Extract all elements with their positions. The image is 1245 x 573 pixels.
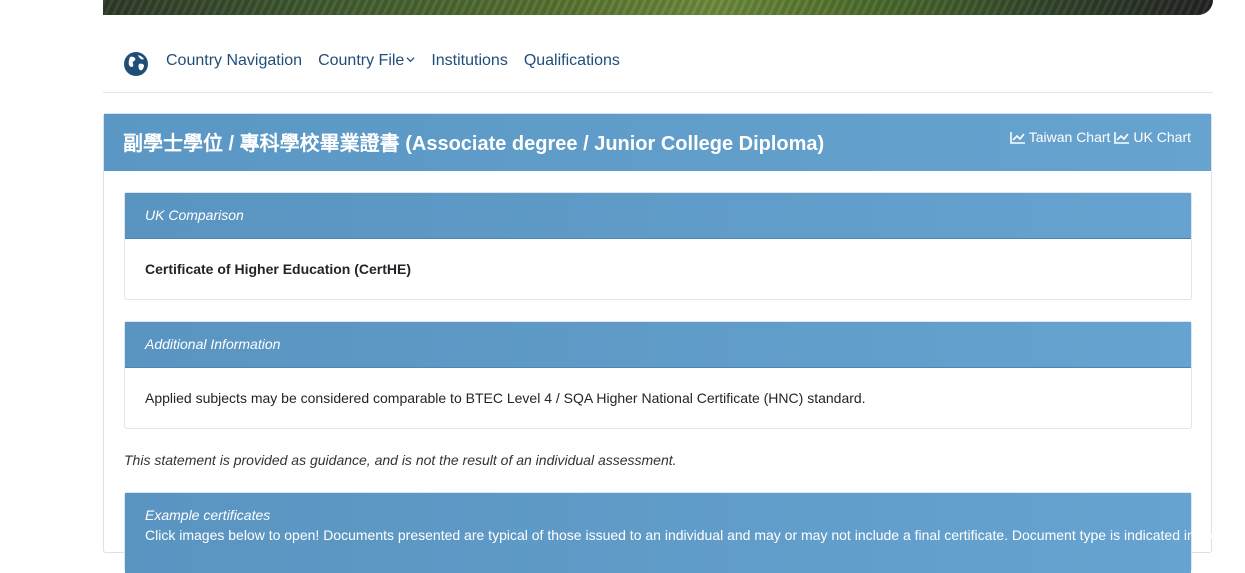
example-certificates-text: Click images below to open! Documents pr… — [145, 527, 1219, 543]
nav-country-file-label: Country File — [318, 52, 405, 69]
taiwan-chart-link[interactable]: Taiwan Chart — [1009, 129, 1111, 145]
chart-links: Taiwan Chart UK Chart — [1009, 129, 1191, 145]
line-chart-icon — [1114, 131, 1130, 144]
hero-image-strip — [103, 0, 1213, 15]
chevron-down-icon — [406, 57, 415, 63]
uk-chart-link[interactable]: UK Chart — [1114, 129, 1191, 145]
guidance-statement: This statement is provided as guidance, … — [124, 452, 677, 468]
globe-icon — [124, 52, 148, 76]
uk-comparison-card: UK Comparison Certificate of Higher Educ… — [124, 192, 1192, 300]
example-certificates-card: Example certificates Click images below … — [124, 492, 1219, 573]
top-navigation: Country Navigation Country File Institut… — [103, 40, 1213, 93]
nav-qualifications[interactable]: Qualifications — [524, 52, 620, 70]
additional-information-heading: Additional Information — [125, 322, 1191, 368]
additional-information-card: Additional Information Applied subjects … — [124, 321, 1192, 429]
uk-comparison-heading: UK Comparison — [125, 193, 1191, 239]
qualification-panel: 副學士學位 / 專科學校畢業證書 (Associate degree / Jun… — [103, 113, 1218, 573]
example-certificates-heading: Example certificates — [145, 507, 271, 523]
taiwan-chart-label: Taiwan Chart — [1028, 129, 1111, 145]
nav-country-navigation[interactable]: Country Navigation — [166, 52, 302, 70]
additional-information-text: Applied subjects may be considered compa… — [145, 390, 866, 406]
qualification-title: 副學士學位 / 專科學校畢業證書 (Associate degree / Jun… — [123, 133, 825, 155]
qualification-header: 副學士學位 / 專科學校畢業證書 (Associate degree / Jun… — [104, 114, 1211, 171]
uk-chart-label: UK Chart — [1133, 129, 1191, 145]
nav-institutions[interactable]: Institutions — [431, 52, 507, 70]
line-chart-icon — [1009, 131, 1025, 144]
example-certificates-header: Example certificates Click images below … — [125, 493, 1219, 573]
uk-comparison-value: Certificate of Higher Education (CertHE) — [145, 261, 412, 277]
nav-country-file[interactable]: Country File — [318, 52, 415, 70]
